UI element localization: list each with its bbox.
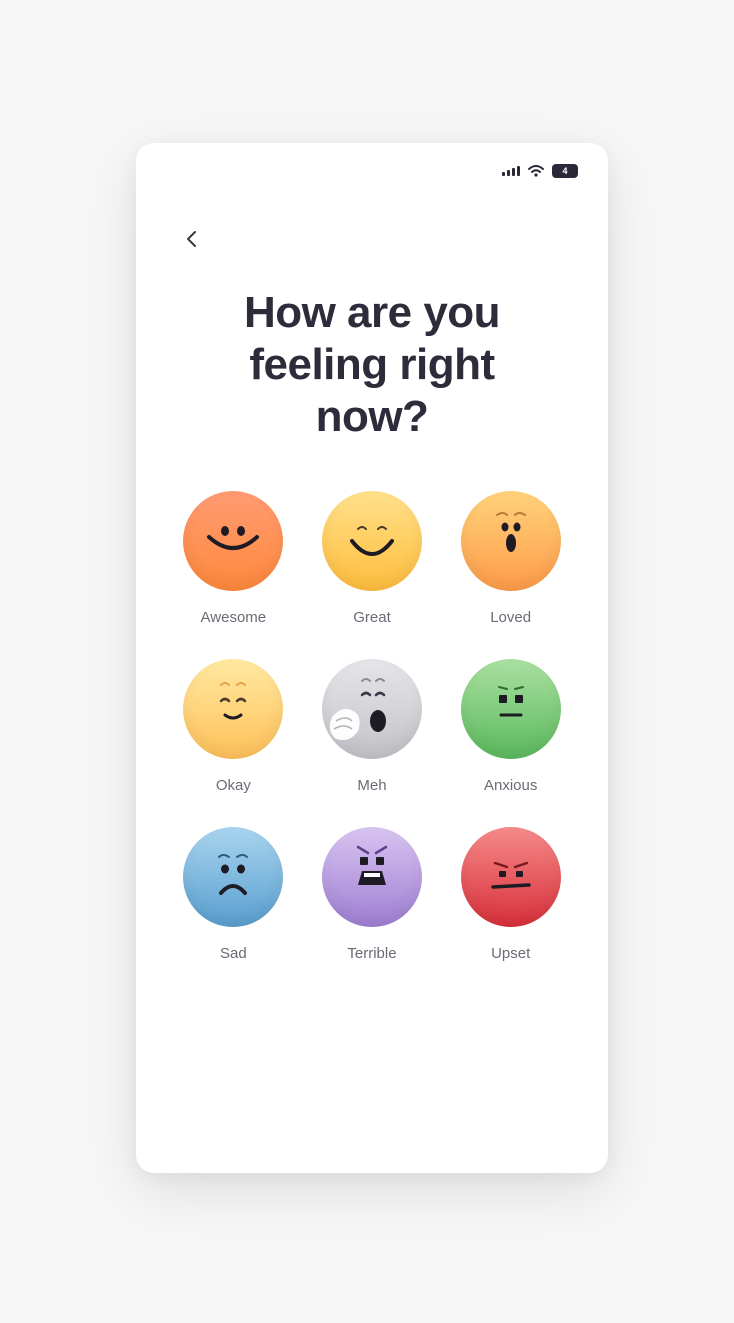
- mood-grid: Awesome Great Loved Okay Meh Anxious Sad…: [164, 491, 580, 963]
- mood-option-anxious[interactable]: Anxious: [441, 659, 580, 795]
- screenshot-stage: 4 How are you feeling right now? Awesome: [0, 0, 734, 1323]
- page-title: How are you feeling right now?: [243, 288, 501, 441]
- mood-option-loved[interactable]: Loved: [441, 491, 580, 627]
- mood-option-okay[interactable]: Okay: [164, 659, 303, 795]
- mood-label: Awesome: [200, 609, 267, 626]
- mood-label: Anxious: [483, 777, 538, 794]
- okay-face-icon: [183, 659, 284, 759]
- mood-label: Terrible: [347, 945, 397, 962]
- terrible-face-icon: [321, 827, 422, 927]
- mood-option-sad[interactable]: Sad: [164, 827, 303, 963]
- mood-option-awesome[interactable]: Awesome: [164, 491, 303, 627]
- mood-label: Meh: [357, 777, 387, 794]
- mood-label: Okay: [215, 777, 251, 794]
- mood-option-meh[interactable]: Meh: [303, 659, 442, 795]
- signal-icon: [502, 166, 520, 176]
- status-bar: 4: [502, 163, 578, 179]
- loved-face-icon: [460, 491, 561, 591]
- meh-face-icon: [321, 659, 422, 759]
- mood-label: Great: [353, 609, 391, 626]
- anxious-face-icon: [460, 659, 561, 759]
- mood-option-terrible[interactable]: Terrible: [303, 827, 442, 963]
- mood-label: Upset: [491, 945, 531, 962]
- awesome-face-icon: [183, 491, 284, 591]
- great-face-icon: [321, 491, 422, 591]
- battery-icon: 4: [552, 164, 578, 178]
- back-button[interactable]: [180, 227, 204, 251]
- sad-face-icon: [183, 827, 284, 927]
- battery-level: 4: [562, 166, 568, 176]
- mood-option-upset[interactable]: Upset: [441, 827, 580, 963]
- mood-label: Loved: [490, 609, 532, 626]
- mood-option-great[interactable]: Great: [303, 491, 442, 627]
- mood-label: Sad: [219, 945, 247, 962]
- wifi-icon: [528, 165, 544, 177]
- phone-screen: 4 How are you feeling right now? Awesome: [136, 143, 608, 1173]
- upset-face-icon: [460, 827, 561, 927]
- chevron-left-icon: [187, 231, 196, 247]
